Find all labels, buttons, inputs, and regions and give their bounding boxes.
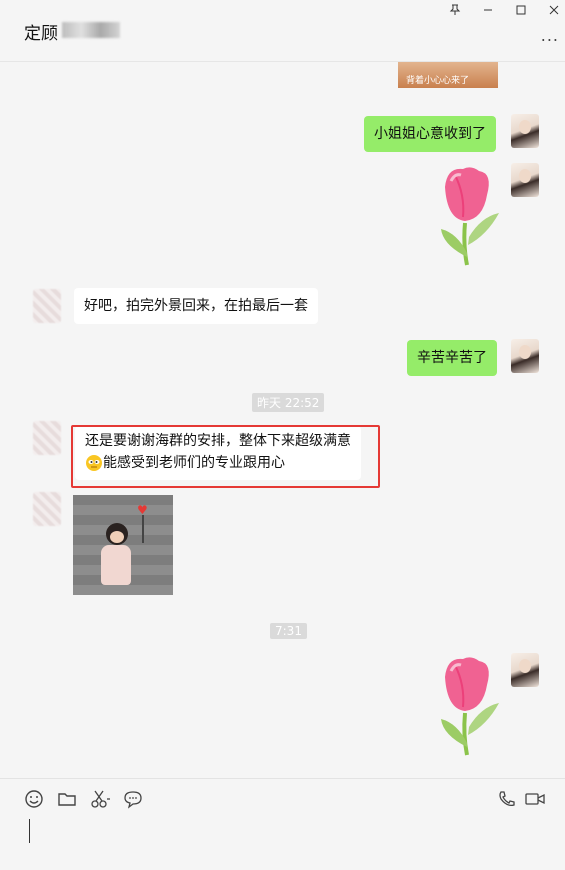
tulip-sticker[interactable]: [437, 655, 501, 759]
text-input-caret[interactable]: [29, 819, 30, 843]
video-icon[interactable]: [524, 789, 546, 811]
avatar-self[interactable]: [511, 339, 539, 373]
photo-figure-face: [110, 531, 124, 543]
chat-bubble-icon[interactable]: [123, 789, 145, 811]
avatar-contact[interactable]: [33, 421, 61, 455]
photo-stick: [142, 515, 144, 543]
shared-image-top[interactable]: 背着小心心来了: [398, 62, 498, 88]
emoji-icon[interactable]: [24, 789, 46, 811]
avatar-self[interactable]: [511, 163, 539, 197]
avatar-contact[interactable]: [33, 289, 61, 323]
message-bubble-contact[interactable]: 好吧，拍完外景回来，在拍最后一套: [74, 288, 318, 324]
avatar-self[interactable]: [511, 653, 539, 687]
scissors-icon[interactable]: [90, 789, 112, 811]
heart-icon: ♥: [137, 503, 148, 517]
maximize-icon[interactable]: [511, 4, 531, 20]
tulip-sticker[interactable]: [437, 165, 501, 269]
minimize-icon[interactable]: [478, 4, 498, 20]
image-caption: 背着小心心来了: [406, 76, 470, 86]
message-bubble-self[interactable]: 辛苦辛苦了: [407, 340, 497, 376]
avatar-self[interactable]: [511, 114, 539, 148]
timestamp: 7:31: [270, 623, 307, 639]
photo-figure-body: [101, 545, 131, 585]
blurred-contact-name: [62, 22, 120, 38]
highlight-box: [71, 425, 380, 488]
chat-header: 定顾 ...: [0, 0, 565, 62]
pin-icon[interactable]: [445, 4, 465, 20]
timestamp: 昨天 22:52: [252, 393, 325, 412]
input-toolbar: [0, 778, 565, 870]
avatar-contact[interactable]: [33, 492, 61, 526]
phone-icon[interactable]: [497, 789, 519, 811]
chat-area[interactable]: 背着小心心来了 小姐姐心意收到了 好吧，拍完外景回来，在拍最后一套 辛苦辛苦了 …: [0, 62, 565, 778]
message-bubble-self[interactable]: 小姐姐心意收到了: [364, 116, 496, 152]
close-icon[interactable]: [544, 4, 564, 20]
more-options-button[interactable]: ...: [541, 26, 559, 45]
folder-icon[interactable]: [57, 789, 79, 811]
chat-title: 定顾: [24, 24, 58, 44]
photo-message[interactable]: ♥: [73, 495, 173, 595]
